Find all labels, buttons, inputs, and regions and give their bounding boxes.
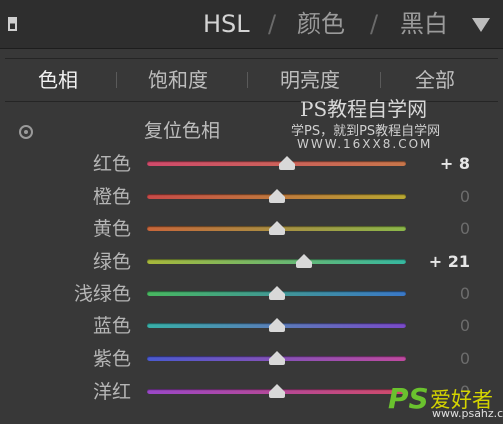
watermark-url: WWW.16XX8.COM: [297, 137, 433, 151]
tab-all[interactable]: 全部: [415, 66, 455, 94]
slider-value: + 8: [439, 154, 470, 173]
watermark-title: PS教程自学网: [300, 97, 428, 121]
slider-label: 黄色: [92, 218, 131, 240]
slider-row-yellow: 黄色 0: [0, 213, 503, 245]
header-bw-tab[interactable]: 黑白: [400, 7, 448, 41]
slider-row-orange: 橙色 0: [0, 181, 503, 213]
reset-hue-button[interactable]: 复位色相: [144, 117, 220, 145]
slider-row-blue: 蓝色 0: [0, 310, 503, 342]
slider-label: 橙色: [92, 186, 131, 208]
tab-divider: [247, 72, 248, 88]
slider-label: 浅绿色: [73, 283, 131, 305]
hsl-panel: HSL / 颜色 / 黑白 色相 饱和度 明亮度 全部 复位色相 红色 + 8 …: [0, 0, 503, 424]
header-hsl-tab[interactable]: HSL: [203, 7, 250, 41]
slider-row-aqua: 浅绿色 0: [0, 278, 503, 310]
slider-value: + 21: [428, 252, 470, 271]
slider-track[interactable]: [147, 259, 406, 264]
slider-value: 0: [459, 187, 470, 206]
target-adjust-icon[interactable]: [19, 125, 33, 139]
panel-switch-icon[interactable]: [8, 17, 17, 31]
slider-label: 洋红: [92, 381, 131, 403]
slider-value: 0: [459, 316, 470, 335]
header-separator: /: [268, 10, 277, 38]
header-color-tab[interactable]: 颜色: [297, 7, 345, 41]
slider-label: 绿色: [92, 251, 131, 273]
watermark-logo-ps: PS: [388, 382, 429, 415]
slider-value: 0: [459, 284, 470, 303]
watermark-logo-url: www.psahz.com: [432, 407, 503, 420]
collapse-triangle-icon[interactable]: [472, 18, 490, 32]
slider-row-purple: 紫色 0: [0, 343, 503, 375]
header-separator: /: [370, 10, 379, 38]
tab-saturation[interactable]: 饱和度: [148, 66, 208, 94]
slider-label: 紫色: [92, 348, 131, 370]
tab-hue[interactable]: 色相: [38, 66, 78, 94]
tab-divider: [116, 72, 117, 88]
slider-value: 0: [459, 349, 470, 368]
slider-row-green: 绿色 + 21: [0, 246, 503, 278]
slider-row-red: 红色 + 8: [0, 148, 503, 180]
slider-value: 0: [459, 219, 470, 238]
tab-luminance[interactable]: 明亮度: [280, 66, 340, 94]
slider-label: 蓝色: [92, 315, 131, 337]
panel-header[interactable]: HSL / 颜色 / 黑白: [0, 0, 503, 49]
tab-divider: [380, 72, 381, 88]
slider-label: 红色: [92, 153, 131, 175]
slider-track[interactable]: [147, 161, 406, 166]
